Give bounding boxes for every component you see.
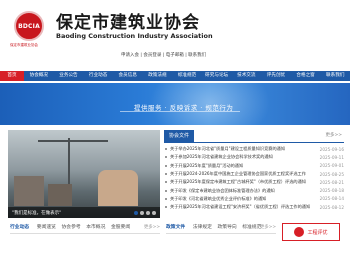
top-links: 申请入会 | 会员登录 | 电子邮箱 | 联系我们 bbox=[121, 53, 207, 58]
site-header: BDCIA 保定市建筑业协会 保定市建筑业协会 Baoding Construc… bbox=[0, 0, 350, 70]
section-tab[interactable]: 协会参考 bbox=[61, 225, 80, 230]
top-link-login[interactable]: 会员登录 bbox=[143, 53, 161, 58]
award-badge[interactable]: 工程评优 bbox=[282, 223, 340, 241]
building-shape bbox=[14, 176, 44, 206]
banner-slogan: 提供服务 · 反映诉求 · 规范行为 bbox=[134, 104, 234, 112]
logo-subtext: 保定市建筑业协会 bbox=[10, 43, 38, 47]
list-item[interactable]: 关于开展2025年河北省建设工程"安济杯奖"（省优质工程）评选工作的通知 2025… bbox=[164, 203, 344, 211]
top-link-join[interactable]: 申请入会 bbox=[121, 53, 139, 58]
list-item[interactable]: 关于印发《河北省建筑业优秀企业评价标准》的通知 2025-08-14 bbox=[164, 195, 344, 203]
nav-item-forum[interactable]: 研究与论坛 bbox=[202, 71, 232, 81]
news-date: 2025-09-01 bbox=[319, 163, 344, 169]
nav-item-standards[interactable]: 标准规范 bbox=[172, 71, 202, 81]
nav-item-window[interactable]: 合格之窗 bbox=[291, 71, 321, 81]
list-item[interactable]: 关于举办2025年河北省"质量月"建设工程质量知识竞赛的通知 2025-09-16 bbox=[164, 145, 344, 153]
news-title[interactable]: 关于开展2024-2026年度中国施工企业管理协会国家优质工程奖评选工作 bbox=[170, 171, 317, 177]
hero-banner: 提供服务 · 反映诉求 · 规范行为 bbox=[0, 83, 350, 125]
section-tab[interactable]: 政策导向 bbox=[217, 225, 236, 230]
award-badge-label: 工程评优 bbox=[307, 229, 328, 236]
site-subtitle: Baoding Construction Industry Associatio… bbox=[56, 32, 213, 40]
tab-association-files[interactable]: 协会文件 bbox=[164, 130, 195, 142]
news-title[interactable]: 关于开展2025年度"质量月"活动的通知 bbox=[170, 163, 317, 169]
news-header: 协会文件 更多>> bbox=[164, 130, 344, 143]
news-carousel[interactable]: "我们是标准，在做表示" bbox=[8, 130, 160, 218]
site-title: 保定市建筑业协会 bbox=[56, 13, 200, 33]
carousel-dot-2[interactable] bbox=[140, 211, 144, 215]
bullet-icon bbox=[165, 206, 167, 209]
nav-item-notices[interactable]: 业务公告 bbox=[54, 71, 84, 81]
bullet-icon bbox=[165, 189, 167, 192]
bullet-icon bbox=[165, 181, 167, 184]
bullet-icon bbox=[165, 148, 167, 151]
policy-files-section: 政策文件 法律规定 政策导向 标准规范 更多>> bbox=[166, 223, 276, 234]
news-title[interactable]: 关于开展2025年度保定市建筑工程"古城杯奖"（市优质工程）评选的通知 bbox=[170, 179, 317, 185]
nav-item-contact[interactable]: 联系我们 bbox=[320, 71, 350, 81]
list-item[interactable]: 关于开展2024-2026年度中国施工企业管理协会国家优质工程奖评选工作 2025… bbox=[164, 170, 344, 178]
news-date: 2025-08-18 bbox=[319, 188, 344, 194]
bottom-sections: 行业动态 要闻速览 协会参考 本市概况 金股要闻 更多>> 政策文件 法律规定 … bbox=[0, 223, 350, 263]
carousel-dot-3[interactable] bbox=[146, 211, 150, 215]
top-link-contact[interactable]: 联系我们 bbox=[188, 53, 206, 58]
news-title[interactable]: 关于开展2025年河北省建设工程"安济杯奖"（省优质工程）评选工作的通知 bbox=[170, 204, 317, 210]
bullet-icon bbox=[165, 197, 167, 200]
nav-item-members[interactable]: 会员信息 bbox=[113, 71, 143, 81]
news-title[interactable]: 关于印发《保定市建筑业协会团体标准管理办法》的通知 bbox=[170, 188, 317, 194]
section-tab[interactable]: 法律规定 bbox=[193, 225, 212, 230]
section-title[interactable]: 政策文件 bbox=[166, 225, 185, 230]
association-logo[interactable]: BDCIA bbox=[14, 11, 44, 41]
list-item[interactable]: 关于参加2025年河北省建筑企业协会科学技术奖的通知 2025-09-11 bbox=[164, 153, 344, 161]
carousel-dot-4[interactable] bbox=[152, 211, 156, 215]
nav-item-policies[interactable]: 政策法规 bbox=[143, 71, 173, 81]
nav-item-industry-news[interactable]: 行业动态 bbox=[83, 71, 113, 81]
nav-item-about[interactable]: 协会概况 bbox=[24, 71, 54, 81]
carousel-dots bbox=[134, 211, 156, 215]
crane-arm bbox=[38, 140, 108, 142]
section-more-link[interactable]: 更多>> bbox=[144, 223, 160, 233]
bullet-icon bbox=[165, 156, 167, 159]
carousel-dot-1[interactable] bbox=[134, 211, 138, 215]
carousel-caption[interactable]: "我们是标准，在做表示" bbox=[12, 210, 61, 216]
association-files: 协会文件 更多>> 关于举办2025年河北省"质量月"建设工程质量知识竞赛的通知… bbox=[164, 130, 344, 222]
news-title[interactable]: 关于举办2025年河北省"质量月"建设工程质量知识竞赛的通知 bbox=[170, 146, 317, 152]
industry-news-section: 行业动态 要闻速览 协会参考 本市概况 金股要闻 更多>> bbox=[10, 223, 160, 234]
news-date: 2025-09-11 bbox=[319, 154, 344, 160]
section-tab[interactable]: 金股要闻 bbox=[111, 225, 130, 230]
news-more-link[interactable]: 更多>> bbox=[325, 132, 342, 138]
building-shape bbox=[48, 184, 72, 206]
nav-item-tech[interactable]: 技术交流 bbox=[231, 71, 261, 81]
section-tab[interactable]: 要闻速览 bbox=[37, 225, 56, 230]
nav-item-home[interactable]: 首页 bbox=[0, 71, 24, 81]
news-date: 2025-09-16 bbox=[319, 146, 344, 152]
list-item[interactable]: 关于开展2025年度保定市建筑工程"古城杯奖"（市优质工程）评选的通知 2025-… bbox=[164, 178, 344, 186]
news-date: 2025-08-12 bbox=[319, 204, 344, 210]
section-title[interactable]: 行业动态 bbox=[10, 225, 29, 230]
section-more-link[interactable]: 更多>> bbox=[260, 223, 276, 233]
main-nav: 首页 协会概况 业务公告 行业动态 会员信息 政策法规 标准规范 研究与论坛 技… bbox=[0, 71, 350, 81]
award-icon bbox=[294, 227, 305, 237]
section-tab[interactable]: 本市概况 bbox=[86, 225, 105, 230]
bullet-icon bbox=[165, 173, 167, 176]
list-item[interactable]: 关于印发《保定市建筑业协会团体标准管理办法》的通知 2025-08-18 bbox=[164, 186, 344, 194]
news-title[interactable]: 关于参加2025年河北省建筑企业协会科学技术奖的通知 bbox=[170, 154, 317, 160]
people-shape bbox=[98, 170, 138, 206]
nav-item-awards[interactable]: 评先创优 bbox=[261, 71, 291, 81]
news-date: 2025-08-25 bbox=[319, 171, 344, 177]
top-link-email[interactable]: 电子邮箱 bbox=[166, 53, 184, 58]
section-tab[interactable]: 标准规范 bbox=[242, 225, 261, 230]
list-item[interactable]: 关于开展2025年度"质量月"活动的通知 2025-09-01 bbox=[164, 162, 344, 170]
bullet-icon bbox=[165, 164, 167, 167]
news-list: 关于举办2025年河北省"质量月"建设工程质量知识竞赛的通知 2025-09-16… bbox=[164, 145, 344, 211]
logo-text: BDCIA bbox=[18, 22, 40, 30]
news-date: 2025-08-21 bbox=[319, 179, 344, 185]
news-title[interactable]: 关于印发《河北省建筑业优秀企业评价标准》的通知 bbox=[170, 196, 317, 202]
news-date: 2025-08-14 bbox=[319, 196, 344, 202]
